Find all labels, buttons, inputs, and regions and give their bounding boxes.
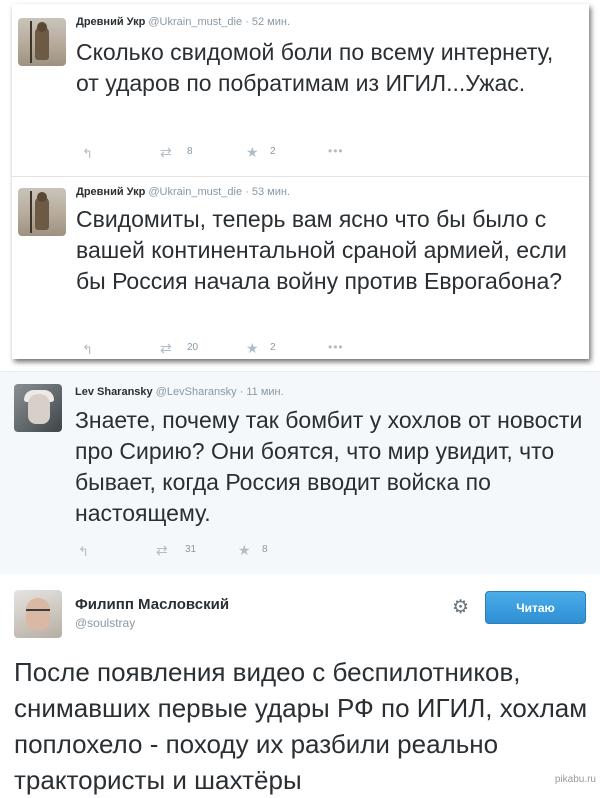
tweet-2: Древний Укр @Ukrain_must_die · 53 мин. С… (12, 176, 589, 360)
retweet-count: 31 (185, 544, 197, 555)
follow-button[interactable]: Читаю (485, 591, 586, 624)
author-handle[interactable]: @soulstray (75, 616, 135, 630)
tweet-text: После появления видео с беспилотников, с… (14, 657, 588, 795)
author-name[interactable]: Lev Sharansky (75, 386, 153, 398)
reply-icon[interactable]: ↰ (78, 544, 89, 560)
author-handle[interactable]: @Ukrain_must_die (148, 186, 242, 198)
tweet-screenshot-card: Древний Укр @Ukrain_must_die · 52 мин. С… (12, 4, 589, 359)
author-name[interactable]: Древний Укр (76, 16, 145, 28)
tweet-header: Древний Укр @Ukrain_must_die · 52 мин. (76, 16, 290, 28)
tweet-header: Древний Укр @Ukrain_must_die · 53 мин. (76, 186, 290, 198)
author-handle[interactable]: @Ukrain_must_die (148, 16, 242, 28)
reply-icon[interactable]: ↰ (82, 146, 93, 162)
tweet-time[interactable]: · 53 мин. (245, 186, 290, 198)
favorite-count: 2 (270, 146, 276, 157)
avatar[interactable] (18, 18, 66, 66)
retweet-count: 8 (187, 146, 193, 157)
tweet-text: Сколько свидомой боли по всему интернету… (76, 39, 554, 96)
star-icon[interactable]: ★ (238, 542, 251, 559)
retweet-icon[interactable]: ⇄ (160, 340, 172, 357)
avatar[interactable] (14, 384, 62, 432)
avatar[interactable] (14, 590, 62, 638)
tweet-time[interactable]: · 11 мин. (240, 386, 284, 398)
star-icon[interactable]: ★ (246, 144, 259, 161)
tweet-4: Филипп Масловский @soulstray ⚙ Читаю Пос… (0, 574, 600, 795)
star-icon[interactable]: ★ (246, 340, 259, 357)
favorite-count: 8 (262, 544, 268, 555)
tweet-text: Свидомиты, теперь вам ясно что бы было с… (76, 206, 567, 294)
reply-icon[interactable]: ↰ (82, 342, 93, 358)
retweet-icon[interactable]: ⇄ (160, 144, 172, 161)
author-name[interactable]: Филипп Масловский (75, 596, 229, 613)
favorite-count: 2 (270, 342, 276, 353)
tweet-header: Lev Sharansky @LevSharansky · 11 мин. (75, 386, 284, 398)
more-icon[interactable]: ••• (328, 144, 344, 158)
tweet-1: Древний Укр @Ukrain_must_die · 52 мин. С… (12, 4, 589, 176)
author-handle[interactable]: @LevSharansky (156, 386, 237, 398)
tweet-text: Знаете, почему так бомбит у хохлов от но… (75, 407, 583, 526)
tweet-3: Lev Sharansky @LevSharansky · 11 мин. Зн… (0, 371, 600, 575)
avatar[interactable] (18, 188, 66, 236)
watermark: pikabu.ru (554, 774, 596, 785)
tweet-time[interactable]: · 52 мин. (245, 16, 290, 28)
more-icon[interactable]: ••• (328, 340, 344, 354)
retweet-icon[interactable]: ⇄ (156, 542, 168, 559)
gear-icon[interactable]: ⚙ (452, 596, 469, 619)
author-name[interactable]: Древний Укр (76, 186, 145, 198)
retweet-count: 20 (187, 342, 199, 353)
